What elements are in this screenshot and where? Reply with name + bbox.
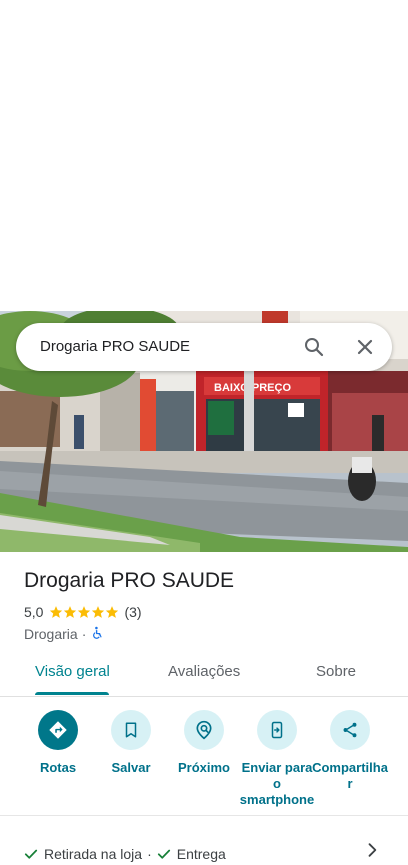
bookmark-icon bbox=[111, 710, 151, 750]
save-button[interactable]: Salvar bbox=[92, 708, 170, 776]
share-label: Compartilhar bbox=[312, 760, 388, 791]
directions-icon bbox=[38, 710, 78, 750]
send-to-phone-button[interactable]: Enviar para o smartphone bbox=[238, 708, 316, 808]
place-category: Drogaria bbox=[24, 626, 78, 642]
share-icon bbox=[330, 710, 370, 750]
share-button[interactable]: Compartilhar bbox=[311, 708, 389, 792]
send-to-phone-label: Enviar para o smartphone bbox=[239, 760, 315, 807]
section-divider bbox=[0, 815, 408, 816]
star-icon bbox=[92, 606, 105, 618]
save-label: Salvar bbox=[111, 760, 151, 775]
search-bar[interactable]: Drogaria PRO SAUDE bbox=[16, 323, 392, 371]
star-icon bbox=[78, 606, 91, 618]
star-icon bbox=[50, 606, 63, 618]
tab-overview[interactable]: Visão geral bbox=[35, 652, 110, 694]
chevron-right-icon[interactable] bbox=[362, 840, 382, 860]
place-title: Drogaria PRO SAUDE bbox=[24, 569, 235, 592]
wheelchair-accessible-icon bbox=[90, 625, 104, 644]
service-delivery: Entrega bbox=[176, 846, 226, 862]
search-icon[interactable] bbox=[302, 335, 326, 359]
close-icon[interactable] bbox=[353, 335, 377, 359]
rating-row[interactable]: 5,0 (3) bbox=[24, 603, 142, 621]
send-to-phone-icon bbox=[257, 710, 297, 750]
rating-stars bbox=[49, 605, 119, 619]
nearby-label: Próximo bbox=[177, 760, 230, 775]
star-icon bbox=[106, 606, 119, 618]
review-count[interactable]: (3) bbox=[124, 604, 141, 620]
rating-value: 5,0 bbox=[24, 604, 44, 620]
service-pickup: Retirada na loja bbox=[44, 846, 143, 862]
tab-active-indicator bbox=[35, 692, 109, 695]
category-separator: · bbox=[81, 626, 87, 642]
check-icon bbox=[157, 849, 170, 859]
star-icon bbox=[64, 606, 77, 618]
action-buttons: Rotas Salvar Próximo Enviar para o smart… bbox=[0, 708, 408, 808]
blank-map-area bbox=[0, 0, 408, 311]
category-row: Drogaria · bbox=[24, 625, 104, 643]
tab-bar: Visão geral Avaliações Sobre bbox=[0, 652, 408, 697]
search-query-text[interactable]: Drogaria PRO SAUDE bbox=[40, 323, 190, 371]
nearby-icon bbox=[184, 710, 224, 750]
nearby-button[interactable]: Próximo bbox=[165, 708, 243, 776]
directions-button[interactable]: Rotas bbox=[19, 708, 97, 776]
tab-about[interactable]: Sobre bbox=[316, 652, 356, 694]
tab-reviews[interactable]: Avaliações bbox=[168, 652, 240, 694]
directions-label: Rotas bbox=[39, 760, 77, 775]
check-icon bbox=[24, 849, 38, 859]
service-separator: · bbox=[147, 846, 152, 862]
